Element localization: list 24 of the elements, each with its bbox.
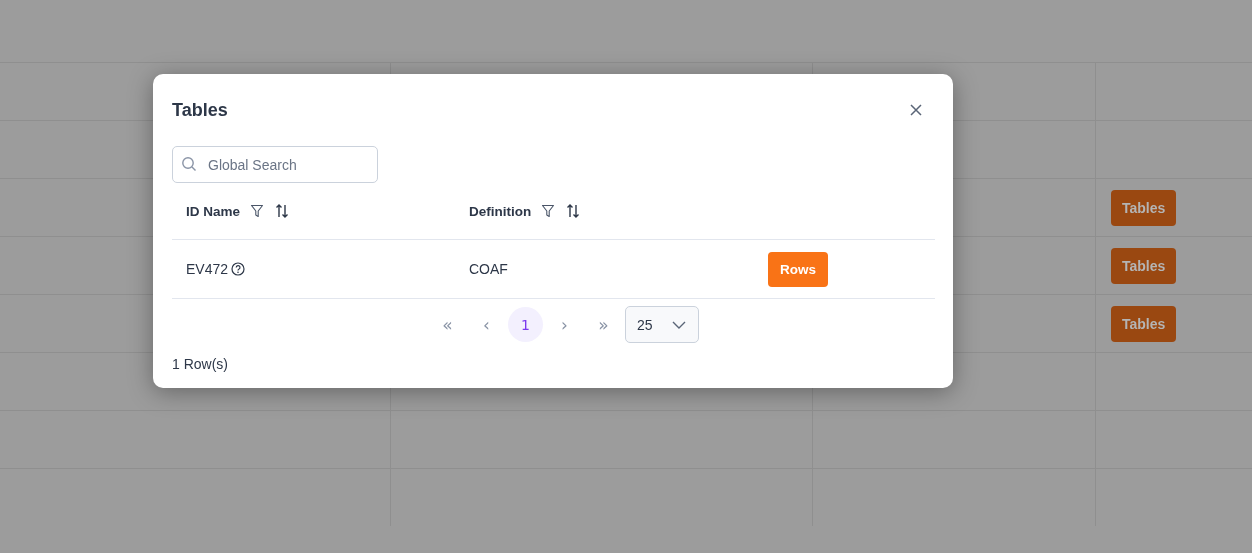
search-field[interactable]: Global Search xyxy=(172,146,378,183)
table-cell: COAF xyxy=(469,261,508,277)
row-count: 1 Row(s) xyxy=(172,356,229,372)
next-page-button[interactable]: › xyxy=(547,307,582,342)
column-header: ID Name xyxy=(186,203,241,219)
filter-icon[interactable] xyxy=(541,204,556,218)
sort-icon[interactable] xyxy=(565,203,582,219)
rows-button[interactable]: Rows xyxy=(768,251,828,287)
dialog-title: Tables xyxy=(172,99,228,121)
tables-button[interactable]: Tables xyxy=(1111,247,1177,284)
column-header: Definition xyxy=(469,203,532,219)
sort-icon[interactable] xyxy=(274,203,291,219)
last-page-button[interactable]: » xyxy=(586,307,621,342)
chevron-down-icon xyxy=(672,320,686,329)
tables-button[interactable]: Tables xyxy=(1111,305,1177,342)
page-size-dropdown[interactable]: 25 xyxy=(625,306,699,343)
previous-page-button[interactable]: ‹ xyxy=(469,307,504,342)
filter-icon[interactable] xyxy=(250,204,265,218)
page-button[interactable]: 1 xyxy=(508,307,543,342)
first-page-button[interactable]: « xyxy=(430,307,465,342)
tables-button[interactable]: Tables xyxy=(1111,189,1177,226)
help-icon[interactable] xyxy=(231,262,246,276)
close-icon[interactable] xyxy=(909,103,923,117)
table-cell: EV472 xyxy=(186,261,229,277)
